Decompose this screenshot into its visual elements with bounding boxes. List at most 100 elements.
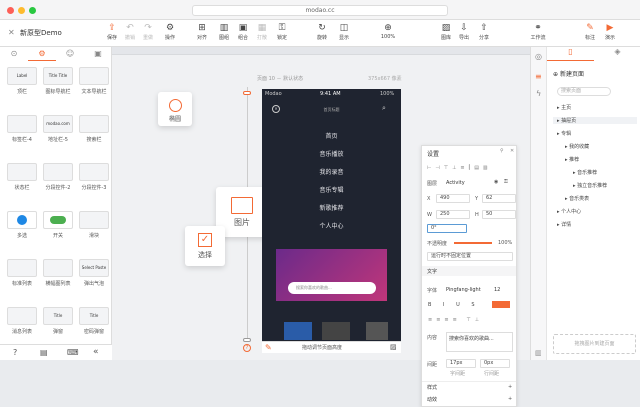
close-window-button[interactable]	[7, 7, 14, 14]
height-slider-end[interactable]	[243, 338, 251, 342]
toolbar-item-15[interactable]: ⚭ 工作流	[526, 22, 550, 41]
phone-menu-item[interactable]: 首页	[262, 131, 401, 140]
font-select[interactable]: Pingfang-light	[446, 287, 481, 293]
text-align-buttons[interactable]: ≡≡≡≡ ⊤⊥	[428, 317, 483, 323]
component-item[interactable]: 标准列表	[4, 259, 40, 287]
circle-shape-card[interactable]: 椭圆	[158, 92, 192, 126]
animation-section[interactable]: 动效	[427, 396, 437, 403]
toolbar-item-9[interactable]: ↻ 旋转	[310, 22, 334, 41]
position-select[interactable]: 运行时不固定位置	[427, 252, 513, 261]
album-thumb[interactable]	[366, 322, 388, 340]
page-search-input[interactable]: 搜索页面	[557, 87, 611, 96]
page-tree-item[interactable]: ▸ 主页	[557, 104, 571, 111]
document-title[interactable]: 新原型Demo	[20, 28, 62, 38]
y-input[interactable]: 62	[482, 194, 516, 203]
page-tree-item[interactable]: ▸ 独立音乐推荐	[573, 182, 607, 189]
component-item[interactable]: 标签栏-4	[4, 115, 40, 143]
component-item[interactable]: 开关	[40, 211, 76, 239]
toolbar-item-3[interactable]: ⚙ 操作	[158, 22, 182, 41]
image-drop-zone[interactable]: 拖拽图片到建页面	[553, 334, 636, 354]
album-thumb[interactable]	[284, 322, 312, 340]
page-tree-item[interactable]: ▸ 音乐推荐	[573, 169, 597, 176]
letter-spacing-input[interactable]: 17px	[446, 359, 476, 368]
close-icon[interactable]: ✕	[510, 148, 514, 154]
help-circle-icon[interactable]: ?	[243, 344, 251, 352]
search-bar[interactable]: 搜索你喜欢的歌曲...	[288, 282, 376, 294]
phone-menu-item[interactable]: 新歌推荐	[262, 203, 401, 212]
component-item[interactable]: Title 密码弹窗	[76, 307, 112, 335]
font-size-select[interactable]: 12	[494, 287, 500, 293]
height-input[interactable]: 50	[482, 210, 516, 219]
trash-icon[interactable]: ▥	[535, 349, 542, 357]
checkbox-card[interactable]: ✓ 选择	[185, 226, 225, 266]
phone-menu-item[interactable]: 音乐专辑	[262, 185, 401, 194]
text-color-swatch[interactable]	[492, 301, 510, 308]
component-item[interactable]: 分段控件-3	[76, 163, 112, 191]
minimize-window-button[interactable]	[18, 7, 25, 14]
page-tree-item[interactable]: ▸ 详情	[557, 221, 571, 228]
component-item[interactable]: 搜索栏	[76, 115, 112, 143]
page-tree-item[interactable]: ▸ 抽屉页	[553, 117, 637, 124]
pin-icon[interactable]: ⚲	[500, 148, 504, 154]
text-section[interactable]: 文字	[427, 268, 437, 275]
phone-menu-item[interactable]: 我的录音	[262, 167, 401, 176]
page-tree-item[interactable]: ▸ 我的收藏	[565, 143, 589, 150]
phone-menu-item[interactable]: 个人中心	[262, 221, 401, 230]
width-input[interactable]: 250	[436, 210, 470, 219]
text-style-buttons[interactable]: B I U S	[428, 302, 480, 308]
phone-screen[interactable]: Modao 9:41 AM 100% ✕ 首页标题 ⌕ 首页 音乐播放 我的录音 音乐…	[262, 89, 401, 353]
maximize-window-button[interactable]	[29, 7, 36, 14]
doc-icon[interactable]: ▤	[40, 348, 48, 357]
lock-icon[interactable]: ⚿	[504, 179, 508, 185]
toolbar-item-11[interactable]: ⊕ 100%	[376, 22, 400, 40]
new-page-button[interactable]: ⊕ 新建页面	[553, 69, 584, 78]
toolbar-item-17[interactable]: ▶ 演示	[598, 22, 622, 41]
layers-icon[interactable]: ≡	[535, 72, 542, 81]
add-style-icon[interactable]: +	[508, 384, 512, 390]
component-item[interactable]: 多选	[4, 211, 40, 239]
page-tree-item[interactable]: ▸ 音乐类表	[565, 195, 589, 202]
toolbar-item-4[interactable]: ⊞ 对齐	[190, 22, 214, 41]
tab-pages-icon[interactable]: ▯	[547, 47, 594, 61]
page-tree-item[interactable]: ▸ 推荐	[565, 156, 579, 163]
page-tree-item[interactable]: ▸ 个人中心	[557, 208, 581, 215]
tab-pages-icon[interactable]: ⊙	[0, 47, 28, 61]
component-item[interactable]: 分段控件-2	[40, 163, 76, 191]
address-bar[interactable]: modao.cc	[192, 5, 448, 16]
toolbar-item-8[interactable]: ⚿ 锁定	[270, 22, 294, 41]
tab-components-icon[interactable]: ⚙	[28, 47, 56, 61]
toolbar-item-14[interactable]: ⇧ 分享	[472, 22, 496, 41]
opacity-slider[interactable]	[454, 242, 492, 244]
align-tools[interactable]: ⊢⊣⊤⊥≡⫿▤▥	[427, 165, 492, 171]
album-thumb[interactable]	[322, 322, 350, 340]
keyboard-icon[interactable]: ⌨	[67, 348, 79, 357]
component-item[interactable]: Label 顶栏	[4, 67, 40, 95]
phone-menu-item[interactable]: 音乐播放	[262, 149, 401, 158]
component-item[interactable]: Title Title 图标导航栏	[40, 67, 76, 95]
tab-layers-icon[interactable]: ◈	[594, 47, 640, 61]
visibility-icon[interactable]: ◉	[494, 179, 498, 185]
x-input[interactable]: 490	[436, 194, 470, 203]
tab-icons-icon[interactable]: ☺	[56, 47, 84, 61]
line-spacing-input[interactable]: 0px	[480, 359, 510, 368]
component-item[interactable]: 消息列表	[4, 307, 40, 335]
component-item[interactable]: 状态栏	[4, 163, 40, 191]
component-item[interactable]: 横幅图列表	[40, 259, 76, 287]
component-item[interactable]: 文本导航栏	[76, 67, 112, 95]
component-item[interactable]: modao.com 地址栏-5	[40, 115, 76, 143]
toolbar-item-2[interactable]: ↷ 重做	[136, 22, 160, 41]
page-tree-item[interactable]: ▸ 专辑	[557, 130, 571, 137]
component-item[interactable]: Select Paste 弹出气泡	[76, 259, 112, 287]
toolbar-item-10[interactable]: ◫ 显示	[332, 22, 356, 41]
settings-icon[interactable]: ◎	[535, 52, 542, 61]
layer-name[interactable]: Activity	[446, 180, 465, 186]
search-icon[interactable]: ⌕	[382, 104, 386, 113]
rotation-input[interactable]: 0°	[427, 224, 467, 233]
lightning-icon[interactable]: ϟ	[536, 89, 541, 98]
height-slider-handle[interactable]	[243, 91, 251, 95]
image-icon[interactable]: ▨	[390, 343, 397, 351]
back-icon[interactable]: ✕	[8, 28, 15, 37]
content-textarea[interactable]: 搜索你喜欢的歌曲...	[446, 332, 513, 352]
collapse-icon[interactable]: «	[93, 347, 99, 357]
component-item[interactable]: 滑块	[76, 211, 112, 239]
